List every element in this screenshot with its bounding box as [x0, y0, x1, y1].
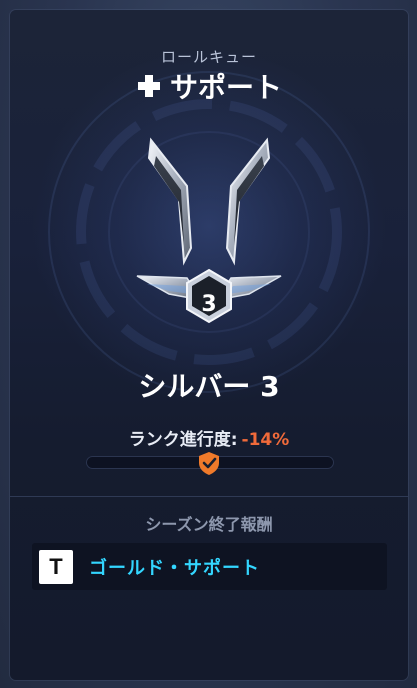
shield-check-icon	[199, 452, 219, 475]
role-name: サポート	[169, 71, 282, 104]
t-reward-icon: T	[39, 549, 73, 584]
plus-icon	[137, 75, 160, 97]
role-queue-label: ロールキュー	[160, 48, 257, 66]
season-end-rewards-title: シーズン終了報酬	[145, 515, 273, 534]
rank-name: シルバー 3	[138, 370, 280, 403]
section-divider	[10, 496, 408, 497]
progress-label-text: ランク進行度:	[128, 430, 238, 450]
rank-card: ロールキュー サポート 3 シルバー 3 ランク進行度: -14% シーズン終了…	[10, 10, 408, 680]
reward-item[interactable]: T ゴールド・サポート	[32, 543, 387, 590]
role-title: サポート	[10, 66, 408, 106]
rank-progress-label: ランク進行度: -14%	[10, 425, 408, 450]
rank-tier-number: 3	[201, 292, 217, 317]
reward-label: ゴールド・サポート	[89, 557, 260, 579]
progress-value: -14%	[241, 430, 290, 450]
